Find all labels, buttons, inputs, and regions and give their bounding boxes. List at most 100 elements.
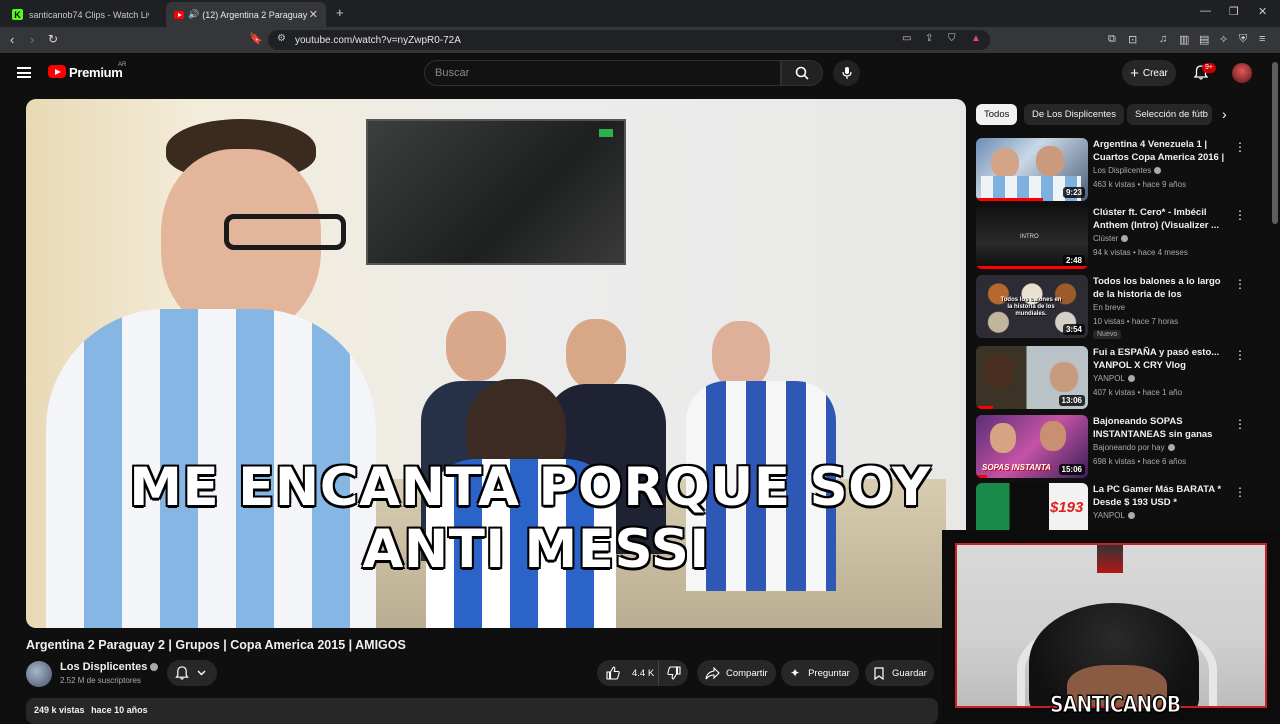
- media-icon[interactable]: ♫: [1159, 33, 1167, 45]
- recommendation-channel: YANPOL: [1093, 374, 1135, 383]
- thumbs-up-icon: [606, 666, 620, 680]
- address-bar[interactable]: ⚙ youtube.com/watch?v=nyZwpR0-72A ▭ ⇪ ⛉ …: [268, 30, 990, 50]
- sidebar-icon[interactable]: ▥: [1179, 33, 1189, 46]
- recommendation-item[interactable]: 9:23 Argentina 4 Venezuela 1 | Cuartos C…: [976, 138, 1266, 202]
- video-frame-person-3: [566, 319, 626, 389]
- bookmark-icon[interactable]: 🔖: [249, 32, 263, 45]
- create-button[interactable]: + Crear: [1122, 60, 1176, 86]
- back-icon[interactable]: ‹: [10, 32, 14, 47]
- new-tab-button[interactable]: +: [336, 5, 344, 20]
- recommendation-channel: Clúster: [1093, 234, 1129, 243]
- video-thumbnail[interactable]: INTRO 2:48: [976, 206, 1088, 269]
- webcam-poster: [1097, 545, 1123, 573]
- new-badge: Nuevo: [1093, 330, 1122, 339]
- brand-label[interactable]: Premium: [69, 65, 123, 80]
- verified-icon: [150, 663, 159, 672]
- speaker-icon[interactable]: 🔊: [188, 9, 199, 20]
- minimize-button[interactable]: —: [1200, 5, 1211, 17]
- recommendation-item[interactable]: Todos los balones en la historia de los …: [976, 275, 1266, 339]
- more-options-icon[interactable]: ⋮: [1234, 417, 1246, 431]
- hamburger-menu-icon[interactable]: [17, 67, 31, 78]
- chip-seleccion[interactable]: Selección de fútb: [1127, 104, 1212, 125]
- recommendation-title: Todos los balones a lo largo de la histo…: [1093, 276, 1221, 300]
- search-icon: [795, 66, 809, 80]
- more-options-icon[interactable]: ⋮: [1234, 140, 1246, 154]
- site-settings-icon[interactable]: ⚙: [277, 33, 286, 44]
- more-options-icon[interactable]: ⋮: [1234, 348, 1246, 362]
- bookmark-icon: [874, 666, 884, 680]
- video-thumbnail[interactable]: Todos los balones en la historia de los …: [976, 275, 1088, 338]
- recommendation-item[interactable]: 13:06 Fui a ESPAÑA y pasó esto... YANPOL…: [976, 346, 1266, 410]
- upload-age: hace 10 años: [91, 705, 148, 715]
- video-duration: 9:23: [1062, 187, 1085, 198]
- forward-icon[interactable]: ›: [30, 32, 34, 47]
- menu-icon[interactable]: ≡: [1259, 33, 1265, 45]
- search-button[interactable]: [781, 60, 823, 86]
- restore-button[interactable]: ❐: [1229, 5, 1239, 18]
- close-tab-icon[interactable]: ✕: [309, 8, 318, 21]
- share-icon[interactable]: ⇪: [925, 33, 933, 44]
- youtube-logo-icon[interactable]: [48, 65, 66, 78]
- leo-ai-icon[interactable]: ✧: [1219, 33, 1228, 46]
- watch-progress-bar: [976, 198, 1044, 201]
- chip-todos[interactable]: Todos: [976, 104, 1018, 125]
- more-options-icon[interactable]: ⋮: [1234, 277, 1246, 291]
- voice-search-button[interactable]: [833, 60, 860, 86]
- browser-toolbar: ‹ › ↻ 🔖 ⚙ youtube.com/watch?v=nyZwpR0-72…: [0, 27, 1280, 53]
- search-input[interactable]: Buscar: [424, 60, 781, 86]
- chevron-right-icon[interactable]: ›: [1222, 106, 1227, 122]
- browser-tab-kick[interactable]: K santicanob74 Clips - Watch Live on K: [4, 2, 162, 27]
- more-options-icon[interactable]: ⋮: [1234, 485, 1246, 499]
- streamer-name: SANTICANOB: [1050, 693, 1182, 719]
- youtube-header: Premium AR Buscar + Crear 9+: [0, 53, 1280, 95]
- create-label: Crear: [1142, 67, 1168, 79]
- save-button[interactable]: Guardar: [865, 660, 934, 686]
- notification-count-badge: 9+: [1202, 63, 1216, 73]
- recommendation-title: Argentina 4 Venezuela 1 | Cuartos Copa A…: [1093, 139, 1225, 163]
- video-duration: 2:48: [1062, 255, 1085, 266]
- channel-text: Bajoneando por hay: [1093, 443, 1165, 452]
- close-window-button[interactable]: ✕: [1258, 5, 1267, 18]
- like-button[interactable]: 4.4 K: [597, 660, 659, 686]
- video-thumbnail[interactable]: SOPAS INSTANTA 15:06: [976, 415, 1088, 478]
- cast-icon[interactable]: ▭: [902, 33, 911, 44]
- shield-icon[interactable]: ⛉: [948, 33, 956, 44]
- channel-text: YANPOL: [1093, 511, 1125, 520]
- thumbs-down-icon[interactable]: [667, 666, 681, 680]
- recommendation-item[interactable]: SOPAS INSTANTA 15:06 Bajoneando SOPAS IN…: [976, 415, 1266, 479]
- subscription-bell-button[interactable]: [167, 660, 217, 686]
- recommendation-meta: 94 k vistas • hace 4 meses: [1093, 248, 1188, 257]
- video-frame-person-2: [446, 311, 506, 381]
- video-thumbnail[interactable]: 9:23: [976, 138, 1088, 201]
- channel-name[interactable]: Los Displicentes: [60, 661, 159, 673]
- tab-search-icon[interactable]: ⊡: [1128, 33, 1137, 46]
- reload-icon[interactable]: ↻: [48, 32, 58, 46]
- page-scrollbar[interactable]: [1272, 62, 1278, 224]
- share-button[interactable]: Compartir: [697, 660, 776, 686]
- video-thumbnail[interactable]: 13:06: [976, 346, 1088, 409]
- video-frame-person-4: [712, 321, 770, 389]
- chip-channel[interactable]: De Los Displicentes: [1024, 104, 1124, 125]
- more-options-icon[interactable]: ⋮: [1234, 208, 1246, 222]
- browser-tab-youtube[interactable]: 🔊 (12) Argentina 2 Paraguay 2 | ✕: [166, 2, 326, 27]
- watch-progress-bar: [976, 406, 993, 409]
- wallet-icon[interactable]: ▤: [1199, 33, 1209, 46]
- plus-icon: +: [1130, 64, 1139, 82]
- tab-title: santicanob74 Clips - Watch Live on K: [29, 9, 149, 20]
- rewards-icon[interactable]: ▲: [971, 33, 981, 44]
- thumbnail-text: INTRO: [1020, 234, 1039, 240]
- recommendation-item[interactable]: INTRO 2:48 Clúster ft. Cero* - Imbécil A…: [976, 206, 1266, 270]
- description-box[interactable]: 249 k vistas hace 10 años: [26, 698, 938, 724]
- recommendation-meta: 407 k vistas • hace 1 año: [1093, 388, 1183, 397]
- vpn-icon[interactable]: ⛨: [1239, 33, 1247, 46]
- video-player[interactable]: ME ENCANTA PORQUE SOY ANTI MESSI: [26, 99, 966, 628]
- thumbnail-text: Todos los balones en la historia de los …: [1000, 297, 1062, 317]
- ask-button[interactable]: ✦ Preguntar: [781, 660, 859, 686]
- thumbnail-text: $193: [1050, 499, 1084, 516]
- bell-icon: [175, 666, 189, 680]
- channel-avatar[interactable]: [26, 661, 52, 687]
- account-avatar[interactable]: [1232, 63, 1252, 83]
- recommendation-title: La PC Gamer Más BARATA * Desde $ 193 USD…: [1093, 484, 1222, 508]
- verified-icon: [1127, 375, 1135, 383]
- extensions-icon[interactable]: ⧉: [1108, 33, 1116, 46]
